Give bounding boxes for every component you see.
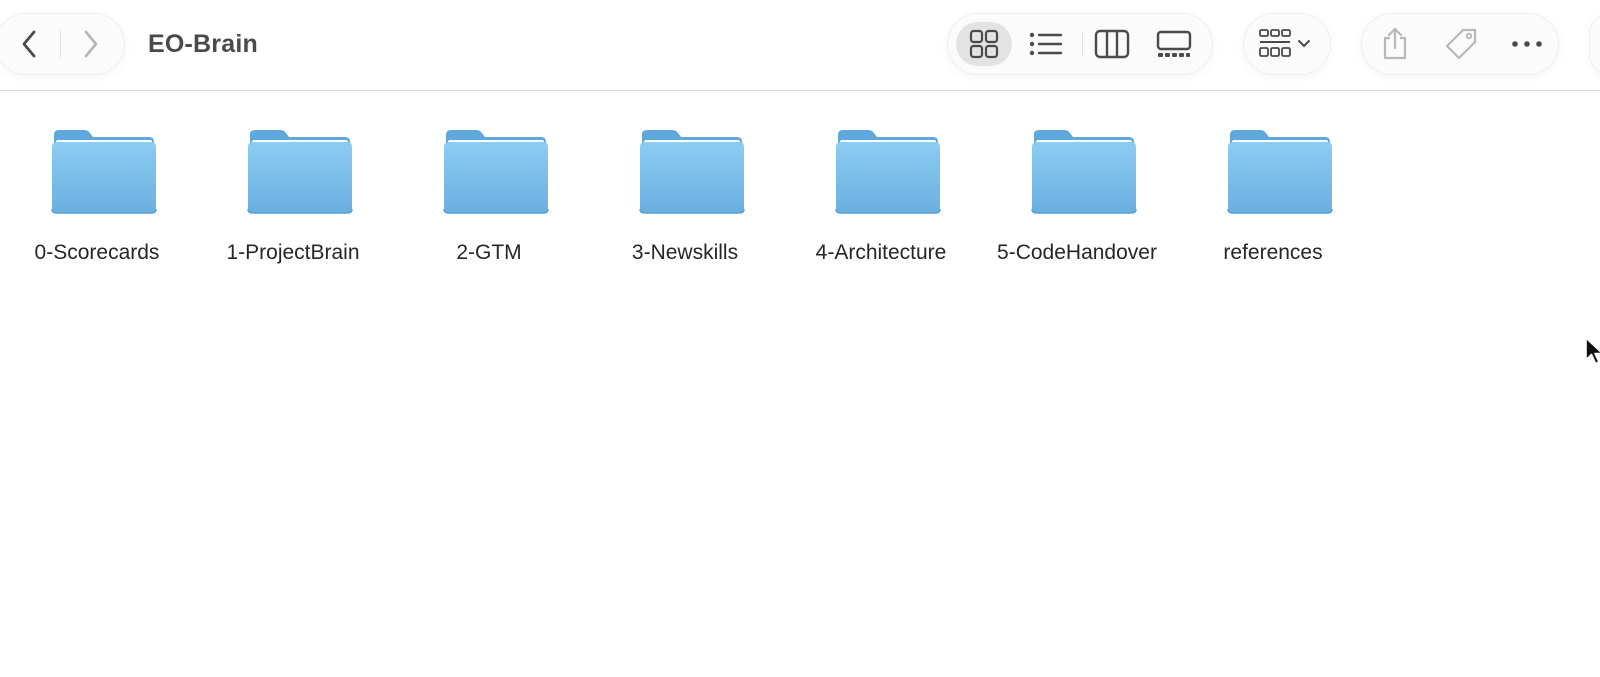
folder-item[interactable]: 0-Scorecards xyxy=(7,127,187,277)
folder-icon xyxy=(443,130,549,214)
folder-name: 2-GTM xyxy=(456,241,522,264)
list-view-button[interactable] xyxy=(1018,22,1074,66)
folder-item[interactable]: 5-CodeHandover xyxy=(987,127,1167,277)
folder-item[interactable]: 2-GTM xyxy=(399,127,579,277)
forward-button[interactable] xyxy=(68,24,112,64)
search-control-partial[interactable] xyxy=(1590,14,1600,74)
column-view-icon xyxy=(1094,29,1130,59)
folder-icon xyxy=(1227,130,1333,214)
icon-view-icon xyxy=(969,29,999,59)
tag-button[interactable] xyxy=(1436,22,1486,66)
folder-name: 3-Newskills xyxy=(631,241,739,264)
icon-view-button[interactable] xyxy=(956,22,1012,66)
back-button[interactable] xyxy=(8,24,52,64)
tag-icon xyxy=(1445,28,1477,60)
chevron-down-icon xyxy=(1298,40,1310,47)
nav-divider xyxy=(60,30,61,58)
view-divider xyxy=(1082,32,1083,56)
folder-content-area: 0-Scorecards 1-ProjectBrain 2-GTM 3-Newskil… xyxy=(0,91,1600,677)
group-by-control xyxy=(1244,14,1330,74)
column-view-button[interactable] xyxy=(1084,22,1140,66)
folder-name: 0-Scorecards xyxy=(34,241,160,264)
share-icon xyxy=(1383,27,1407,60)
folder-icon xyxy=(51,130,157,214)
toolbar-actions xyxy=(1362,14,1558,74)
gallery-view-icon xyxy=(1156,30,1192,57)
more-button[interactable] xyxy=(1502,22,1552,66)
share-button[interactable] xyxy=(1370,22,1420,66)
group-by-button[interactable] xyxy=(1254,22,1320,66)
folder-name: 1-ProjectBrain xyxy=(226,241,360,264)
folder-name: 4-Architecture xyxy=(815,241,947,264)
folder-item[interactable]: 1-ProjectBrain xyxy=(203,127,383,277)
view-mode-selector xyxy=(948,14,1212,74)
chevron-left-icon xyxy=(22,30,36,58)
folder-name: 5-CodeHandover xyxy=(997,241,1157,264)
navigation-buttons xyxy=(0,14,124,74)
folder-item[interactable]: references xyxy=(1183,127,1363,277)
folder-icon xyxy=(639,130,745,214)
folder-icon xyxy=(247,130,353,214)
finder-toolbar: EO-Brain xyxy=(0,0,1600,91)
chevron-right-icon xyxy=(84,30,98,58)
folder-item[interactable]: 4-Architecture xyxy=(791,127,971,277)
folder-grid: 0-Scorecards 1-ProjectBrain 2-GTM 3-Newskil… xyxy=(0,91,1600,677)
window-title: EO-Brain xyxy=(148,30,258,58)
more-icon xyxy=(1512,41,1542,47)
folder-name: references xyxy=(1223,241,1323,264)
list-view-icon xyxy=(1029,32,1063,56)
mouse-pointer-icon xyxy=(1584,336,1600,366)
group-by-icon xyxy=(1259,29,1310,57)
folder-item[interactable]: 3-Newskills xyxy=(595,127,775,277)
folder-icon xyxy=(1031,130,1137,214)
folder-icon xyxy=(835,130,941,214)
gallery-view-button[interactable] xyxy=(1146,22,1202,66)
